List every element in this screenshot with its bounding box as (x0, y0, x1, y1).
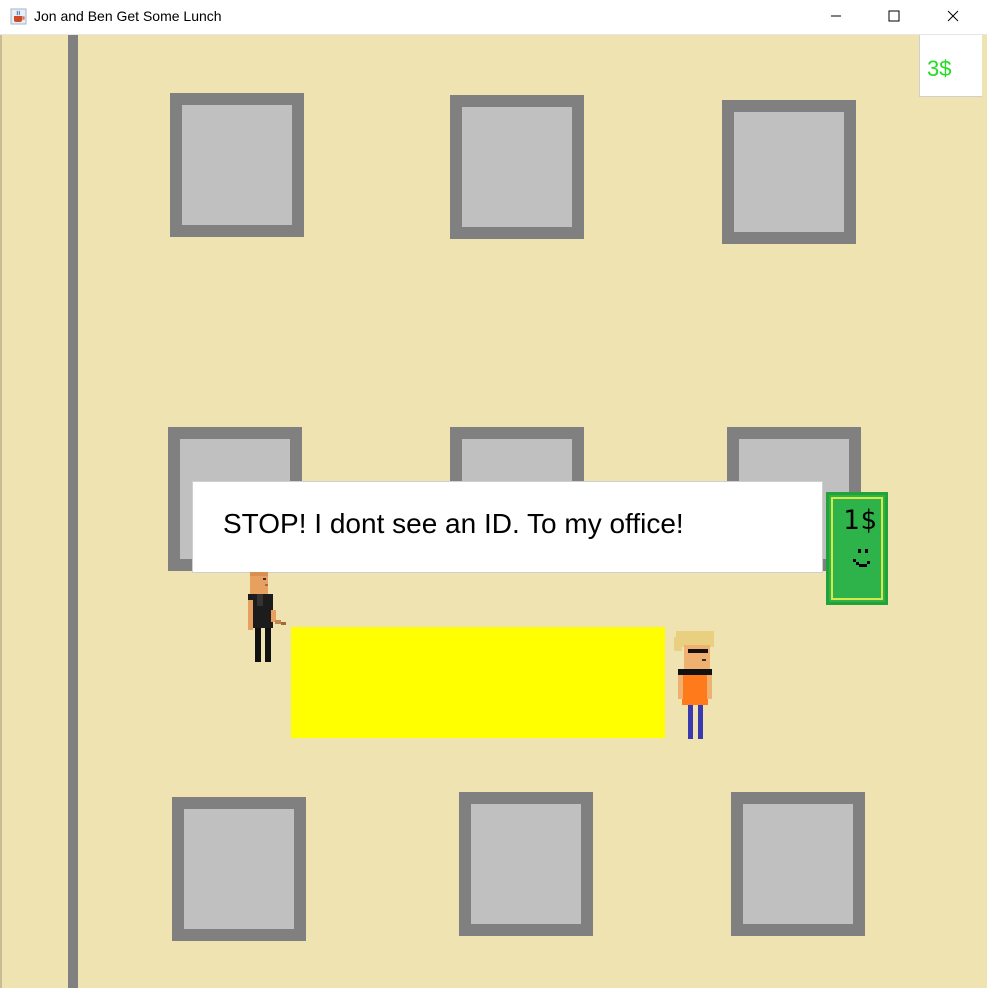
close-icon (947, 10, 959, 22)
desk (722, 100, 856, 244)
maximize-icon (888, 10, 900, 22)
desk (450, 95, 584, 239)
highlight-zone (291, 627, 665, 738)
security-guard-sprite (245, 570, 290, 670)
minimize-button[interactable] (808, 0, 864, 32)
window-titlebar[interactable]: Jon and Ben Get Some Lunch (0, 0, 987, 35)
player-sprite (674, 631, 716, 748)
dialog-box: STOP! I dont see an ID. To my office! (192, 481, 823, 573)
desk (731, 792, 865, 936)
wall-pole (68, 35, 78, 988)
bill-border: 1$ (831, 497, 883, 600)
desk (172, 797, 306, 941)
java-cup-icon (10, 8, 27, 25)
bill-value: 1$ (843, 505, 878, 536)
smiley-face-icon (851, 547, 873, 574)
desk (459, 792, 593, 936)
minimize-icon (830, 10, 842, 22)
maximize-button[interactable] (866, 0, 922, 32)
money-value: 3$ (927, 56, 952, 81)
close-button[interactable] (925, 0, 981, 32)
money-counter: 3$ (919, 35, 982, 97)
game-canvas[interactable]: 3$ STOP! I dont see an ID. To my office!… (0, 35, 987, 988)
window-title: Jon and Ben Get Some Lunch (34, 8, 222, 24)
canvas-edge (0, 35, 2, 988)
dollar-bill-pickup[interactable]: 1$ (826, 492, 888, 605)
desk (170, 93, 304, 237)
dialog-text: STOP! I dont see an ID. To my office! (223, 508, 684, 539)
